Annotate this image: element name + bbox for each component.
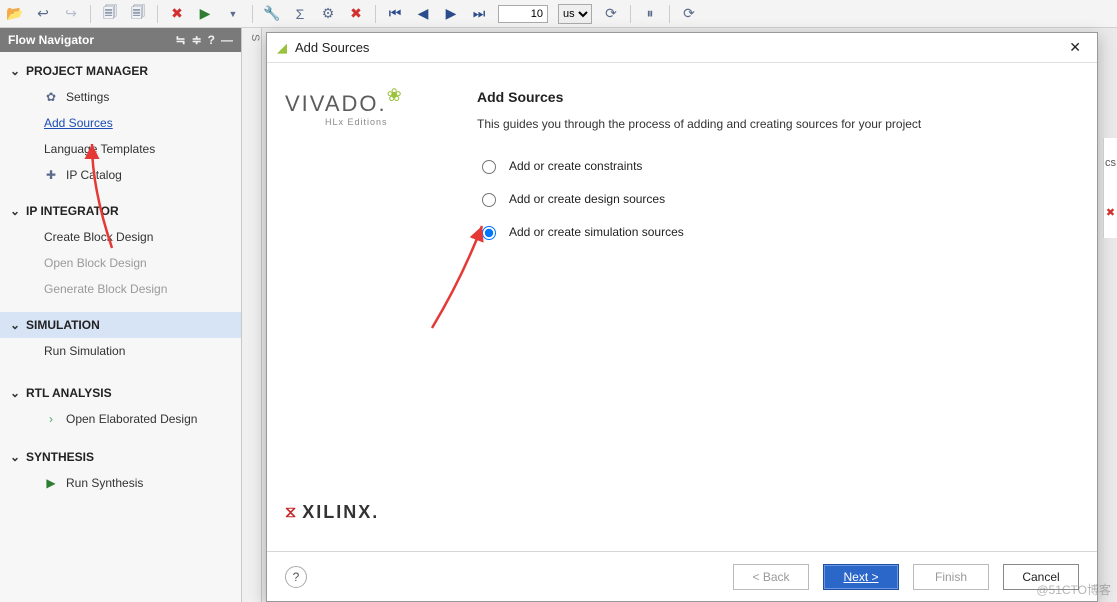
tune-icon[interactable]: ⚙ — [319, 5, 337, 23]
workarea: S ◢ Add Sources ✕ VIVADO.❀ HLx Editions … — [242, 28, 1117, 602]
leaf-icon: ❀ — [387, 85, 402, 105]
run-icon[interactable]: ▶ — [196, 5, 214, 23]
nav-item-open-elaborated[interactable]: ›Open Elaborated Design — [0, 406, 241, 432]
step-start-icon[interactable]: ⏮ — [386, 5, 404, 23]
flow-navigator-header: Flow Navigator ≒ ≑ ? — — [0, 28, 241, 52]
brand-column: VIVADO.❀ HLx Editions ⧖ XILINX. — [267, 63, 467, 551]
nav-collapse-icon[interactable]: ≒ — [176, 33, 186, 47]
radio-simulation[interactable]: Add or create simulation sources — [477, 223, 1073, 240]
redo-icon[interactable]: ↪ — [62, 5, 80, 23]
radio-design-input[interactable] — [482, 193, 496, 207]
radio-constraints-input[interactable] — [482, 160, 496, 174]
dialog-titlebar: ◢ Add Sources ✕ — [267, 33, 1097, 63]
open-icon[interactable]: 📂 — [6, 5, 24, 23]
separator — [669, 5, 670, 23]
dialog-title: Add Sources — [295, 40, 369, 55]
restart-icon[interactable]: ⟳ — [602, 5, 620, 23]
section-ip-integrator[interactable]: ⌄IP INTEGRATOR — [0, 198, 241, 224]
radio-simulation-input[interactable] — [482, 226, 496, 240]
side-strip: S — [242, 28, 262, 602]
nav-item-run-synthesis[interactable]: ▶Run Synthesis — [0, 470, 241, 496]
sim-time-input[interactable] — [498, 5, 548, 23]
separator — [157, 5, 158, 23]
dropdown-icon[interactable]: ▼ — [224, 5, 242, 23]
section-simulation[interactable]: ⌄SIMULATION — [0, 312, 241, 338]
play-icon: ▶ — [44, 476, 58, 490]
flow-navigator-body: ⌄PROJECT MANAGER ✿Settings Add Sources L… — [0, 52, 241, 602]
nav-settings-icon[interactable]: ≑ — [192, 33, 202, 47]
dialog-description: This guides you through the process of a… — [477, 117, 1073, 131]
separator — [375, 5, 376, 23]
nav-item-create-block-design[interactable]: Create Block Design — [0, 224, 241, 250]
dialog-icon: ◢ — [277, 40, 287, 56]
nav-item-generate-block-design: Generate Block Design — [0, 276, 241, 302]
radio-constraints[interactable]: Add or create constraints — [477, 157, 1073, 174]
finish-button: Finish — [913, 564, 989, 590]
flow-navigator: Flow Navigator ≒ ≑ ? — ⌄PROJECT MANAGER … — [0, 28, 242, 602]
back-button: < Back — [733, 564, 809, 590]
delete-icon[interactable]: ✖ — [168, 5, 186, 23]
tool-icon[interactable]: 🔧 — [263, 5, 281, 23]
watermark: @51CTO博客 — [1036, 581, 1111, 598]
section-rtl-analysis[interactable]: ⌄RTL ANALYSIS — [0, 380, 241, 406]
separator — [90, 5, 91, 23]
sim-time-unit[interactable]: us — [558, 4, 592, 24]
dialog-heading: Add Sources — [477, 89, 1073, 105]
refresh-icon[interactable]: ⟳ — [680, 5, 698, 23]
xilinx-logo: ⧖ XILINX. — [285, 502, 449, 523]
copy-icon[interactable]: 🗐 — [101, 5, 119, 23]
ip-icon: ✚ — [44, 168, 58, 182]
section-synthesis[interactable]: ⌄SYNTHESIS — [0, 444, 241, 470]
paste-icon[interactable]: 🗐 — [129, 5, 147, 23]
section-project-manager[interactable]: ⌄PROJECT MANAGER — [0, 58, 241, 84]
undo-icon[interactable]: ↩ — [34, 5, 52, 23]
cancel-run-icon[interactable]: ✖ — [347, 5, 365, 23]
help-button[interactable]: ? — [285, 566, 307, 588]
flow-navigator-title: Flow Navigator — [8, 33, 94, 47]
dialog-content: Add Sources This guides you through the … — [467, 63, 1097, 551]
radio-design[interactable]: Add or create design sources — [477, 190, 1073, 207]
vivado-logo: VIVADO.❀ HLx Editions — [285, 91, 449, 127]
pause-icon[interactable]: ⏸ — [641, 5, 659, 23]
add-sources-dialog: ◢ Add Sources ✕ VIVADO.❀ HLx Editions ⧖ … — [266, 32, 1098, 602]
xilinx-icon: ⧖ — [285, 504, 298, 522]
chevron-right-icon: › — [44, 412, 58, 426]
nav-item-add-sources[interactable]: Add Sources — [0, 110, 241, 136]
nav-item-run-simulation[interactable]: Run Simulation — [0, 338, 241, 364]
right-cut-panel: cs✖ — [1103, 138, 1117, 238]
nav-item-ip-catalog[interactable]: ✚IP Catalog — [0, 162, 241, 188]
nav-item-language-templates[interactable]: Language Templates — [0, 136, 241, 162]
nav-item-open-block-design: Open Block Design — [0, 250, 241, 276]
nav-item-settings[interactable]: ✿Settings — [0, 84, 241, 110]
next-button[interactable]: Next > — [823, 564, 899, 590]
step-back-icon[interactable]: ◀ — [414, 5, 432, 23]
dialog-footer: ? < Back Next > Finish Cancel — [267, 551, 1097, 601]
main-toolbar: 📂 ↩ ↪ 🗐 🗐 ✖ ▶ ▼ 🔧 Σ ⚙ ✖ ⏮ ◀ ▶ ⏭ us ⟳ ⏸ ⟳ — [0, 0, 1117, 28]
nav-help-icon[interactable]: ? — [208, 33, 215, 47]
separator — [630, 5, 631, 23]
play-icon[interactable]: ▶ — [442, 5, 460, 23]
step-fwd-icon[interactable]: ⏭ — [470, 5, 488, 23]
gear-icon: ✿ — [44, 90, 58, 104]
separator — [252, 5, 253, 23]
nav-minimize-icon[interactable]: — — [221, 33, 233, 47]
sigma-icon[interactable]: Σ — [291, 5, 309, 23]
close-icon[interactable]: ✕ — [1063, 37, 1087, 58]
